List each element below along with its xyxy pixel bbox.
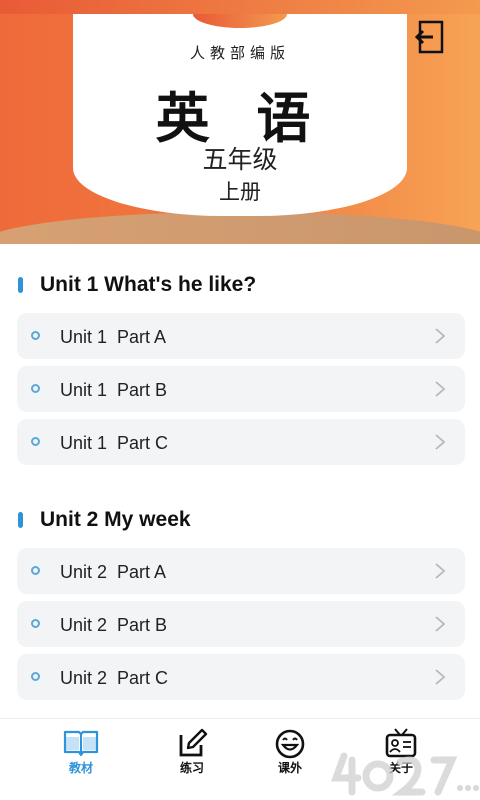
chevron-right-icon [435, 328, 446, 344]
bullet-circle-icon [31, 384, 40, 393]
cover-top-strip [0, 0, 480, 14]
list-item-unit1-part-c[interactable]: Unit 1 Part C [17, 419, 465, 465]
bullet-circle-icon [31, 566, 40, 575]
section-marker [18, 512, 23, 528]
chevron-right-icon [435, 563, 446, 579]
bullet-circle-icon [31, 672, 40, 681]
tab-label: 关于 [388, 761, 413, 775]
section-marker [18, 277, 23, 293]
chevron-right-icon [435, 434, 446, 450]
unit-title: Unit 1 What's he like? [40, 273, 257, 296]
bullet-circle-icon [31, 331, 40, 340]
unit-list: Unit 1 What's he like? Unit 1 Part A Uni… [0, 244, 480, 718]
chevron-right-icon [435, 616, 446, 632]
tab-extracurricular[interactable]: 课外 [245, 719, 335, 800]
book-cover-header: 人教部编版 英 语 五年级 上册 [0, 0, 480, 244]
chevron-right-icon [435, 381, 446, 397]
list-item-label: Unit 1 Part B [60, 380, 168, 400]
tab-label: 教材 [68, 761, 93, 775]
bullet-circle-icon [31, 619, 40, 628]
bullet-circle-icon [31, 437, 40, 446]
cover-base [0, 212, 480, 244]
exit-button[interactable] [414, 20, 446, 54]
smiley-icon [275, 729, 305, 759]
list-item-unit2-part-a[interactable]: Unit 2 Part A [17, 548, 465, 594]
list-item-label: Unit 1 Part C [60, 433, 169, 453]
cover-tab [193, 14, 287, 28]
tab-about[interactable]: 关于 [356, 719, 446, 800]
unit-title: Unit 2 My week [40, 508, 191, 531]
tv-badge-icon [385, 728, 417, 758]
tab-textbook[interactable]: 教材 [36, 719, 126, 800]
cover-page: 人教部编版 英 语 五年级 上册 [73, 14, 407, 216]
exit-icon [414, 20, 444, 54]
unit-1-header: Unit 1 What's he like? [18, 273, 458, 303]
open-book-icon [63, 730, 99, 757]
list-item-unit2-part-b[interactable]: Unit 2 Part B [17, 601, 465, 647]
list-item-label: Unit 2 Part C [60, 668, 169, 688]
chevron-right-icon [435, 669, 446, 685]
grade-label: 五年级 [202, 145, 278, 174]
tab-label: 课外 [277, 761, 302, 775]
unit-2-header: Unit 2 My week [18, 508, 458, 538]
list-item-unit2-part-c[interactable]: Unit 2 Part C [17, 654, 465, 700]
list-item-label: Unit 2 Part B [60, 615, 168, 635]
pencil-edit-icon [179, 728, 208, 757]
bottom-nav: 教材 练习 课外 关于 [0, 718, 480, 800]
list-item-label: Unit 2 Part A [60, 562, 167, 582]
tab-practice[interactable]: 练习 [147, 719, 237, 800]
list-item-label: Unit 1 Part A [60, 327, 167, 347]
volume-label: 上册 [219, 180, 261, 204]
list-item-unit1-part-b[interactable]: Unit 1 Part B [17, 366, 465, 412]
publisher-label: 人教部编版 [189, 44, 290, 62]
list-item-unit1-part-a[interactable]: Unit 1 Part A [17, 313, 465, 359]
tab-label: 练习 [179, 761, 204, 775]
